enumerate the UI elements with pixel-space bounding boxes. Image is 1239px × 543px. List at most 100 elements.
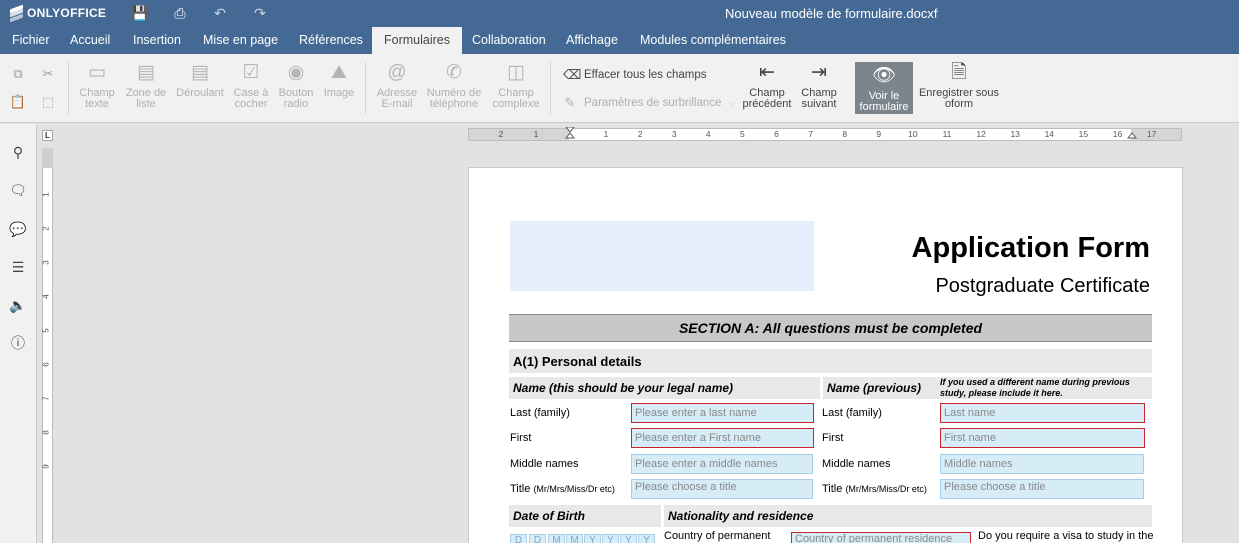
dob-char-field[interactable]: M xyxy=(548,534,565,543)
dob-char-field[interactable]: Y xyxy=(584,534,601,543)
ruler-number: 9 xyxy=(876,129,882,139)
about-icon[interactable]: ⓘ xyxy=(9,334,27,352)
tab-forms[interactable]: Formulaires xyxy=(372,27,462,54)
dob-char-field[interactable]: D xyxy=(510,534,527,543)
middle-names-field[interactable]: Please enter a middle names xyxy=(631,454,813,474)
ruler-number: 5 xyxy=(740,129,745,139)
ruler-number: 5 xyxy=(41,328,51,333)
document-page: Application Form Postgraduate Certificat… xyxy=(468,167,1183,543)
tab-file[interactable]: Fichier xyxy=(0,27,62,54)
text-field-button[interactable]: ▭ Champ texte xyxy=(77,62,117,110)
first-name-label: First xyxy=(510,432,532,444)
paste-icon[interactable]: 📋 xyxy=(9,94,27,110)
save-as-oform-button[interactable]: 🗎 Enregistrer sous oform xyxy=(916,62,1002,110)
ruler-number: 4 xyxy=(705,129,711,139)
previous-middle-names-label: Middle names xyxy=(822,458,891,470)
phone-button[interactable]: ✆ Numéro de téléphone xyxy=(425,62,483,110)
view-form-button[interactable]: 👁 Voir le formulaire xyxy=(855,62,913,114)
chevron-down-icon: ⌵ xyxy=(728,98,735,107)
app-brand: ONLYOFFICE xyxy=(27,6,107,20)
clear-all-fields-button[interactable]: ⌫ Effacer tous les champs xyxy=(563,67,707,83)
redo-icon[interactable]: ↷ xyxy=(251,5,269,21)
next-field-button[interactable]: ⇥ Champ suivant xyxy=(798,62,840,110)
copy-icon[interactable]: ⧉ xyxy=(9,66,27,82)
cut-icon[interactable]: ✂ xyxy=(39,66,57,82)
dob-char-field[interactable]: D xyxy=(529,534,546,543)
logo-placeholder[interactable] xyxy=(510,221,814,291)
ruler-number: 14 xyxy=(1044,129,1055,139)
previous-first-name-field[interactable]: First name xyxy=(940,428,1145,448)
tab-plugins[interactable]: Modules complémentaires xyxy=(628,27,798,54)
ruler-number: 1 xyxy=(41,192,51,197)
tab-references[interactable]: Références xyxy=(287,27,375,54)
vertical-ruler: L 1 2 3 4 5 6 7 8 9 xyxy=(41,124,54,543)
ruler-number: 13 xyxy=(1010,129,1020,139)
previous-last-name-field[interactable]: Last name xyxy=(940,403,1145,423)
ruler-number: 7 xyxy=(41,396,51,401)
print-icon[interactable]: ⎙ xyxy=(171,5,189,21)
ruler-number: 7 xyxy=(808,129,813,139)
previous-first-name-label: First xyxy=(822,432,844,444)
chat-icon[interactable]: 💬 xyxy=(9,220,27,238)
personal-details-heading: A(1) Personal details xyxy=(509,349,1152,373)
previous-title-dropdown[interactable]: Please choose a title xyxy=(940,479,1144,499)
dob-char-field[interactable]: Y xyxy=(638,534,655,543)
previous-field-button[interactable]: ⇤ Champ précédent xyxy=(738,62,796,110)
ruler-number: 17 xyxy=(1146,129,1157,139)
comments-icon[interactable]: 🗨 xyxy=(9,181,27,199)
ruler-number: 11 xyxy=(942,129,952,139)
ruler-number: 12 xyxy=(976,129,986,139)
tab-view[interactable]: Affichage xyxy=(554,27,630,54)
previous-middle-names-field[interactable]: Middle names xyxy=(940,454,1144,474)
name-legal-heading: Name (this should be your legal name) xyxy=(509,377,820,399)
tab-insert[interactable]: Insertion xyxy=(121,27,193,54)
tab-home[interactable]: Accueil xyxy=(58,27,122,54)
right-indent-marker[interactable] xyxy=(1127,127,1137,141)
menu-tabs: Fichier Accueil Insertion Mise en page R… xyxy=(0,27,1239,54)
eraser-icon: ⌫ xyxy=(563,67,582,82)
radio-icon: ◉ xyxy=(287,62,305,83)
undo-icon[interactable]: ↶ xyxy=(211,5,229,21)
radio-button-button[interactable]: ◉ Bouton radio xyxy=(277,62,315,110)
left-indent-marker[interactable] xyxy=(565,127,575,141)
first-name-field[interactable]: Please enter a First name xyxy=(631,428,814,448)
ruler-number: 9 xyxy=(41,464,51,469)
dob-char-field[interactable]: M xyxy=(566,534,583,543)
email-button[interactable]: @ Adresse E-mail xyxy=(373,62,421,110)
select-all-icon[interactable]: ⬚ xyxy=(39,94,57,110)
tab-stop-selector[interactable]: L xyxy=(42,130,53,141)
title-label: Title (Mr/Mrs/Miss/Dr etc) xyxy=(510,483,615,495)
name-previous-band: Name (previous) If you used a different … xyxy=(823,377,1152,399)
save-icon[interactable]: 💾 xyxy=(131,5,149,21)
image-button[interactable]: ⛰ Image xyxy=(321,62,357,99)
eye-icon: 👁 xyxy=(871,65,897,86)
search-icon[interactable]: ⚲ xyxy=(9,143,27,161)
combo-box-icon: ▤ xyxy=(137,62,155,83)
ruler-number: 6 xyxy=(41,362,51,367)
title-dropdown[interactable]: Please choose a title xyxy=(631,479,813,499)
checkbox-button[interactable]: ☑ Case à cocher xyxy=(232,62,270,110)
feedback-icon[interactable]: 🔈 xyxy=(9,296,27,314)
combo-box-button[interactable]: ▤ Zone de liste xyxy=(124,62,168,110)
complex-field-button[interactable]: ◫ Champ complexe xyxy=(490,62,542,110)
tab-layout[interactable]: Mise en page xyxy=(191,27,290,54)
dob-char-field[interactable]: Y xyxy=(620,534,637,543)
ruler-number: 3 xyxy=(41,260,51,265)
country-field[interactable]: Country of permanent residence xyxy=(791,532,971,543)
ruler-number: 3 xyxy=(671,129,677,139)
save-oform-icon: 🗎 xyxy=(951,62,967,83)
last-name-field[interactable]: Please enter a last name xyxy=(631,403,814,423)
ruler-number: 8 xyxy=(842,129,848,139)
highlight-settings-button[interactable]: ✎ Paramètres de surbrillance ⌵ xyxy=(563,95,735,111)
at-icon: @ xyxy=(387,62,407,83)
phone-icon: ✆ xyxy=(446,62,462,83)
horizontal-ruler: 2 1 1 2 3 4 5 6 7 8 9 10 11 12 13 14 15 16 17 xyxy=(468,127,1182,141)
complex-field-icon: ◫ xyxy=(507,62,525,83)
name-previous-heading: Name (previous) xyxy=(827,381,922,395)
ruler-number: 4 xyxy=(41,294,51,299)
dob-char-field[interactable]: Y xyxy=(602,534,619,543)
navigation-icon[interactable]: ☰ xyxy=(9,258,27,276)
tab-collaboration[interactable]: Collaboration xyxy=(460,27,558,54)
dropdown-button[interactable]: ▤ Déroulant xyxy=(174,62,226,99)
dob-heading: Date of Birth xyxy=(509,505,661,527)
